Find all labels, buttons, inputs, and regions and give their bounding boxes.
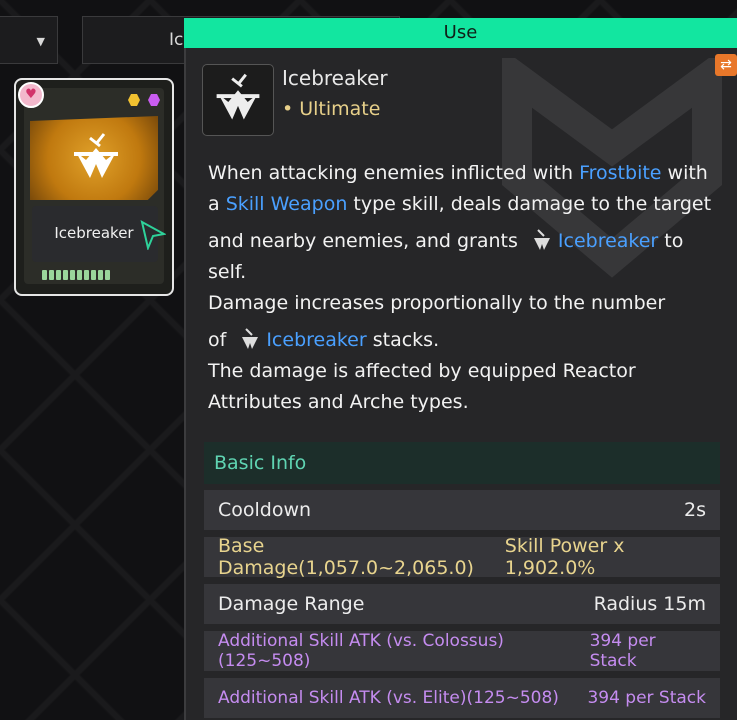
stat-label: Additional Skill ATK (vs. Colossus)(125~… xyxy=(218,631,504,671)
stat-value: Skill Power x 1,902.0% xyxy=(504,535,625,579)
cursor-arrow-icon xyxy=(140,220,166,250)
skill-icon xyxy=(202,64,274,136)
stat-label: Cooldown xyxy=(218,499,312,521)
basic-info-header: Basic Info xyxy=(204,442,720,484)
stat-row-damage-range: Damage Range Radius 15m xyxy=(204,584,720,624)
stat-value: 394 per Stack xyxy=(589,631,656,671)
filter-dropdown[interactable]: ▼ xyxy=(0,16,58,64)
swap-icon[interactable]: ⇄ xyxy=(715,54,737,76)
stat-label: Additional Skill ATK (vs. Elite)(125~508… xyxy=(218,688,559,708)
stat-label: Damage Range xyxy=(218,593,365,615)
skill-tooltip: ⇄ Icebreaker • Ultimate When attacking e… xyxy=(184,48,737,720)
use-button[interactable]: Use xyxy=(184,18,737,48)
stat-value: Radius 15m xyxy=(593,593,706,615)
icebreaker-emblem-icon xyxy=(74,133,118,178)
skill-type: • Ultimate xyxy=(282,98,381,120)
skill-card[interactable]: ♥ Icebreaker xyxy=(14,78,174,296)
stat-row-elite: Additional Skill ATK (vs. Elite)(125~508… xyxy=(204,678,720,718)
heart-icon[interactable]: ♥ xyxy=(18,82,44,108)
stat-value: 2s xyxy=(684,499,706,521)
keyword-link[interactable]: Frostbite xyxy=(579,162,661,184)
icebreaker-icon xyxy=(216,73,260,120)
skill-title: Icebreaker xyxy=(282,66,388,90)
icebreaker-icon xyxy=(242,328,259,349)
keyword-link[interactable]: Skill Weapon xyxy=(226,193,348,215)
stat-row-cooldown: Cooldown 2s xyxy=(204,490,720,530)
stat-value: 394 per Stack xyxy=(587,688,706,708)
level-pips xyxy=(42,270,110,280)
keyword-link[interactable]: Icebreaker xyxy=(558,230,658,252)
stat-row-base-damage: Base Damage(1,057.0~2,065.0) Skill Power… xyxy=(204,535,720,579)
keyword-link[interactable]: Icebreaker xyxy=(266,329,366,351)
skill-description: When attacking enemies inflicted with Fr… xyxy=(208,162,712,413)
icebreaker-icon xyxy=(533,229,550,250)
stat-row-colossus: Additional Skill ATK (vs. Colossus)(125~… xyxy=(204,631,720,671)
stat-label: Base Damage(1,057.0~2,065.0) xyxy=(218,535,474,579)
chevron-down-icon: ▼ xyxy=(36,35,45,48)
